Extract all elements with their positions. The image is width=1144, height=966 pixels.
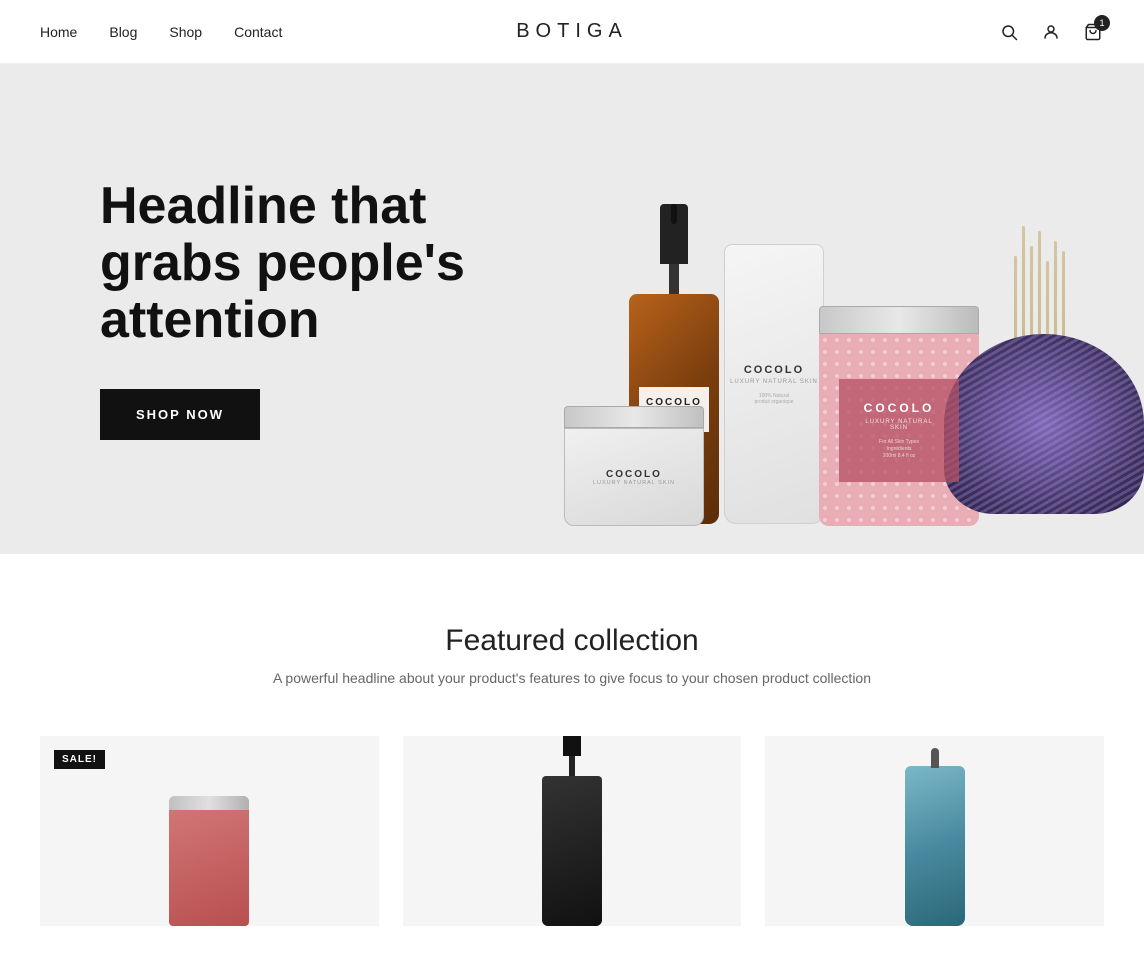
- jar-label: COCOLO LUXURY NATURAL SKIN: [593, 469, 675, 486]
- nav-link-blog[interactable]: Blog: [109, 24, 137, 40]
- jar-brand: COCOLO: [593, 469, 675, 480]
- product-pump-black: [542, 736, 602, 926]
- site-logo[interactable]: BOTIGA: [516, 20, 628, 43]
- hero-products: COCOLO LUXURY NATURAL SKIN COCOLO LUXURY…: [464, 64, 1144, 554]
- search-icon[interactable]: [998, 21, 1020, 43]
- product-bottle-blue: [905, 766, 965, 926]
- hero-text-block: Headline that grabs people's attention S…: [0, 178, 540, 441]
- nav-links: Home Blog Shop Contact: [40, 24, 282, 40]
- tall-bottle: COCOLO LUXURY NATURAL SKIN 100% Naturalp…: [724, 244, 824, 524]
- product-card-2[interactable]: [403, 736, 742, 926]
- nav-link-shop[interactable]: Shop: [169, 24, 202, 40]
- featured-title: Featured collection: [40, 624, 1104, 658]
- product-candle: [169, 796, 249, 926]
- pink-lid: [819, 306, 979, 334]
- lavender-decoration: [944, 334, 1144, 534]
- tall-desc: 100% Naturalproduit organique: [730, 393, 818, 405]
- shop-now-button[interactable]: SHOP NOW: [100, 389, 260, 440]
- hero-headline: Headline that grabs people's attention: [100, 178, 540, 350]
- hero-product-jar: COCOLO LUXURY NATURAL SKIN: [564, 406, 704, 526]
- pump-head: [660, 204, 688, 264]
- cart-badge: 1: [1094, 15, 1110, 31]
- jar-body: COCOLO LUXURY NATURAL SKIN: [564, 428, 704, 526]
- nav-link-home[interactable]: Home: [40, 24, 77, 40]
- tall-sub: LUXURY NATURAL SKIN: [730, 379, 818, 385]
- card2-pump-body: [542, 776, 602, 926]
- cart-icon[interactable]: 1: [1082, 21, 1104, 43]
- featured-subtitle: A powerful headline about your product's…: [40, 670, 1104, 686]
- account-icon[interactable]: [1040, 21, 1062, 43]
- tall-label: COCOLO LUXURY NATURAL SKIN 100% Naturalp…: [725, 359, 823, 410]
- jar-lid: [564, 406, 704, 428]
- jar-sub: LUXURY NATURAL SKIN: [593, 480, 675, 486]
- hero-section: Headline that grabs people's attention S…: [0, 64, 1144, 554]
- pump-neck: [669, 264, 679, 294]
- pink-label: COCOLO LUXURY NATURAL SKIN For All Skin …: [839, 379, 959, 482]
- lavender-bunch: [944, 334, 1144, 514]
- navbar: Home Blog Shop Contact BOTIGA 1: [0, 0, 1144, 64]
- product-card-3[interactable]: [765, 736, 1104, 926]
- pink-sub: LUXURY NATURAL SKIN: [857, 419, 941, 431]
- hero-product-tall: COCOLO LUXURY NATURAL SKIN 100% Naturalp…: [724, 244, 824, 524]
- tall-brand: COCOLO: [730, 364, 818, 376]
- pink-brand: COCOLO: [857, 401, 941, 415]
- product-card-1[interactable]: SALE!: [40, 736, 379, 926]
- sale-badge: SALE!: [54, 750, 105, 769]
- card2-pump-neck: [569, 756, 575, 776]
- nav-actions: 1: [998, 21, 1104, 43]
- card2-pump-head: [563, 736, 581, 756]
- nav-link-contact[interactable]: Contact: [234, 24, 282, 40]
- featured-section: Featured collection A powerful headline …: [0, 554, 1144, 966]
- pink-desc: For All Skin TypesIngredients200ml 8.4 f…: [857, 439, 941, 460]
- product-grid: SALE!: [40, 736, 1104, 926]
